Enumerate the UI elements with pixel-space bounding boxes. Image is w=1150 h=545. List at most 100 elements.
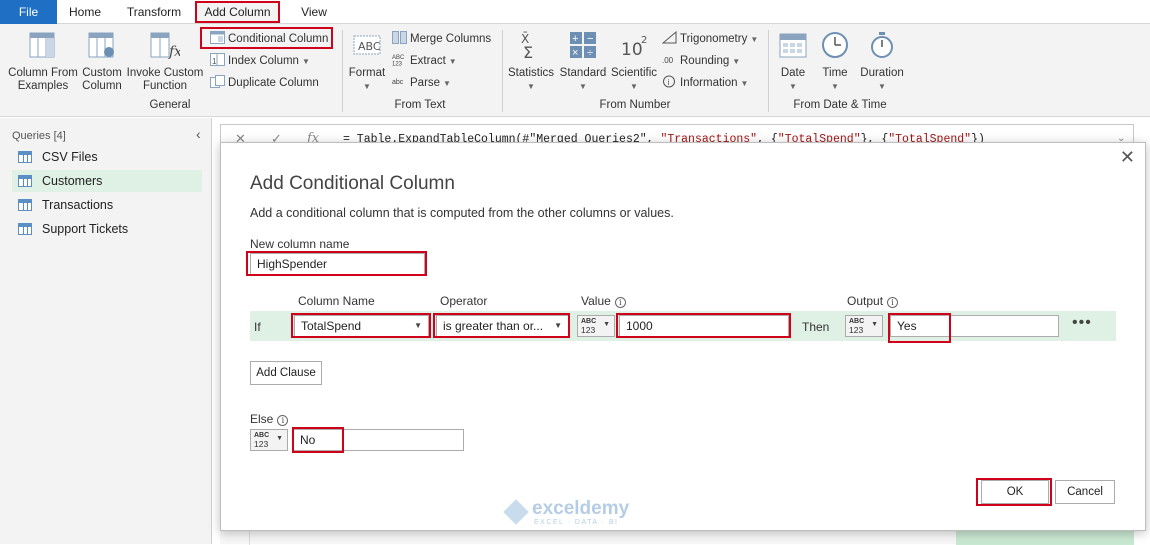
tab-add-column[interactable]: Add Column	[195, 1, 280, 23]
svg-text:÷: ÷	[587, 47, 593, 59]
value-type-selector[interactable]: ABC 123 ▼	[577, 315, 615, 337]
ribbon-separator	[502, 30, 503, 112]
watermark-subtitle: EXCEL · DATA · BI	[534, 519, 619, 526]
else-input[interactable]: No	[293, 429, 464, 451]
group-label-general: General	[149, 99, 191, 111]
type-123-label: 123	[849, 325, 864, 335]
chevron-down-icon: ▼	[732, 57, 741, 66]
query-item-support-tickets[interactable]: Support Tickets	[12, 218, 202, 240]
information-icon: i	[663, 75, 675, 88]
close-icon[interactable]: ✕	[1120, 147, 1135, 168]
duration-button[interactable]: Duration ▼	[856, 30, 908, 93]
ok-button[interactable]: OK	[981, 480, 1049, 504]
svg-text:−: −	[587, 33, 593, 45]
invoke-custom-function-button[interactable]: fx Invoke Custom Function	[126, 30, 204, 93]
svg-text:i: i	[668, 78, 670, 87]
exceldemy-logo-icon	[503, 499, 529, 525]
ribbon-tab-bar: File Home Transform Add Column View	[0, 0, 1150, 24]
date-button[interactable]: Date ▼	[774, 30, 812, 93]
output-input[interactable]: Yes	[890, 315, 1059, 337]
cancel-button[interactable]: Cancel	[1055, 480, 1115, 504]
custom-column-label: Custom Column	[82, 67, 122, 92]
scientific-icon: 102	[621, 35, 647, 60]
svg-text:×: ×	[572, 47, 578, 59]
standard-icon: + −× ÷	[570, 32, 596, 59]
merge-columns-button[interactable]: Merge Columns	[392, 30, 491, 48]
duration-label: Duration	[860, 67, 904, 79]
chevron-down-icon: ▼	[301, 57, 310, 66]
tab-view[interactable]: View	[292, 0, 336, 24]
tab-transform[interactable]: Transform	[120, 0, 188, 24]
parse-label: Parse	[410, 77, 441, 89]
chevron-down-icon: ▼	[789, 82, 797, 91]
column-name-header: Column Name	[298, 294, 375, 308]
duplicate-column-label: Duplicate Column	[228, 77, 319, 89]
group-label-from-date-time: From Date & Time	[793, 99, 887, 111]
index-column-button[interactable]: 1 Index Column ▼	[210, 52, 310, 70]
statistics-button[interactable]: X̄ Σ Statistics ▼	[507, 30, 555, 93]
chevron-down-icon: ▼	[603, 321, 610, 328]
statistics-label: Statistics	[507, 67, 554, 79]
svg-text:ABC: ABC	[392, 55, 405, 61]
queries-pane: Queries [4] ‹ CSV Files Customers Transa…	[0, 118, 212, 544]
type-abc-label: ABC	[849, 318, 865, 325]
scientific-button[interactable]: 10 2 Scientific ▼	[610, 30, 658, 93]
rounding-button[interactable]: .00 Rounding ▼	[662, 52, 740, 70]
format-button[interactable]: ABC Format ▼	[346, 30, 388, 93]
extract-icon: ABC123	[392, 55, 405, 66]
parse-button[interactable]: abc Parse ▼	[392, 74, 451, 92]
query-item-label: Support Tickets	[42, 222, 129, 236]
value-header: Value i	[581, 294, 626, 308]
collapse-pane-icon[interactable]: ‹	[196, 126, 201, 142]
extract-button[interactable]: ABC 123 Extract ▼	[392, 52, 457, 70]
trigonometry-label: Trigonometry	[680, 33, 748, 45]
column-from-examples-button[interactable]: Column From Examples	[6, 30, 80, 93]
custom-column-icon	[88, 32, 114, 58]
output-type-selector[interactable]: ABC 123 ▼	[845, 315, 883, 337]
extract-label: Extract	[410, 55, 446, 67]
more-options-icon[interactable]: •••	[1072, 314, 1092, 332]
operator-value: is greater than or...	[443, 319, 544, 333]
else-label-text: Else	[250, 412, 274, 426]
output-header-label: Output	[847, 294, 884, 308]
svg-text:.00: .00	[662, 56, 674, 65]
tab-home[interactable]: Home	[62, 0, 108, 24]
chevron-down-icon: ▼	[831, 82, 839, 91]
information-button[interactable]: i Information ▼	[662, 74, 748, 92]
add-clause-button[interactable]: Add Clause	[250, 361, 322, 385]
operator-header: Operator	[440, 294, 488, 308]
output-header: Output i	[847, 294, 899, 308]
dialog-description: Add a conditional column that is compute…	[250, 206, 674, 220]
trigonometry-button[interactable]: Trigonometry ▼	[662, 30, 758, 48]
value-input[interactable]: 1000	[619, 315, 789, 337]
chevron-down-icon: ▼	[554, 321, 562, 330]
standard-button[interactable]: + − × ÷ Standard ▼	[557, 30, 609, 93]
table-icon	[18, 223, 32, 235]
ribbon-separator	[768, 30, 769, 112]
rounding-label: Rounding	[680, 55, 730, 67]
query-item-label: Customers	[42, 174, 103, 188]
operator-dropdown[interactable]: is greater than or... ▼	[436, 315, 569, 337]
table-icon	[18, 175, 32, 187]
condition-row: If TotalSpend ▼ is greater than or... ▼ AB…	[250, 311, 1116, 341]
chevron-down-icon: ▼	[630, 82, 638, 91]
duplicate-column-icon	[210, 75, 225, 88]
custom-column-button[interactable]: Custom Column	[80, 30, 124, 93]
query-item-customers[interactable]: Customers	[12, 170, 202, 192]
column-name-dropdown[interactable]: TotalSpend ▼	[294, 315, 429, 337]
query-item-csv-files[interactable]: CSV Files	[12, 146, 202, 168]
index-column-label: Index Column	[228, 55, 299, 67]
info-icon: i	[277, 415, 289, 426]
else-label: Else i	[250, 412, 289, 426]
else-type-selector[interactable]: ABC 123 ▼	[250, 429, 288, 451]
new-column-name-input[interactable]: HighSpender	[250, 253, 425, 275]
tab-file[interactable]: File	[0, 0, 57, 24]
information-label: Information	[680, 77, 738, 89]
query-item-transactions[interactable]: Transactions	[12, 194, 202, 216]
duplicate-column-button[interactable]: Duplicate Column	[210, 74, 319, 92]
ribbon: Column From Examples Custom Column fx In…	[0, 24, 1150, 117]
time-button[interactable]: Time ▼	[816, 30, 854, 93]
group-label-from-text: From Text	[394, 99, 446, 111]
conditional-column-button[interactable]: Conditional Column	[210, 30, 328, 48]
format-label: Format	[348, 67, 386, 79]
